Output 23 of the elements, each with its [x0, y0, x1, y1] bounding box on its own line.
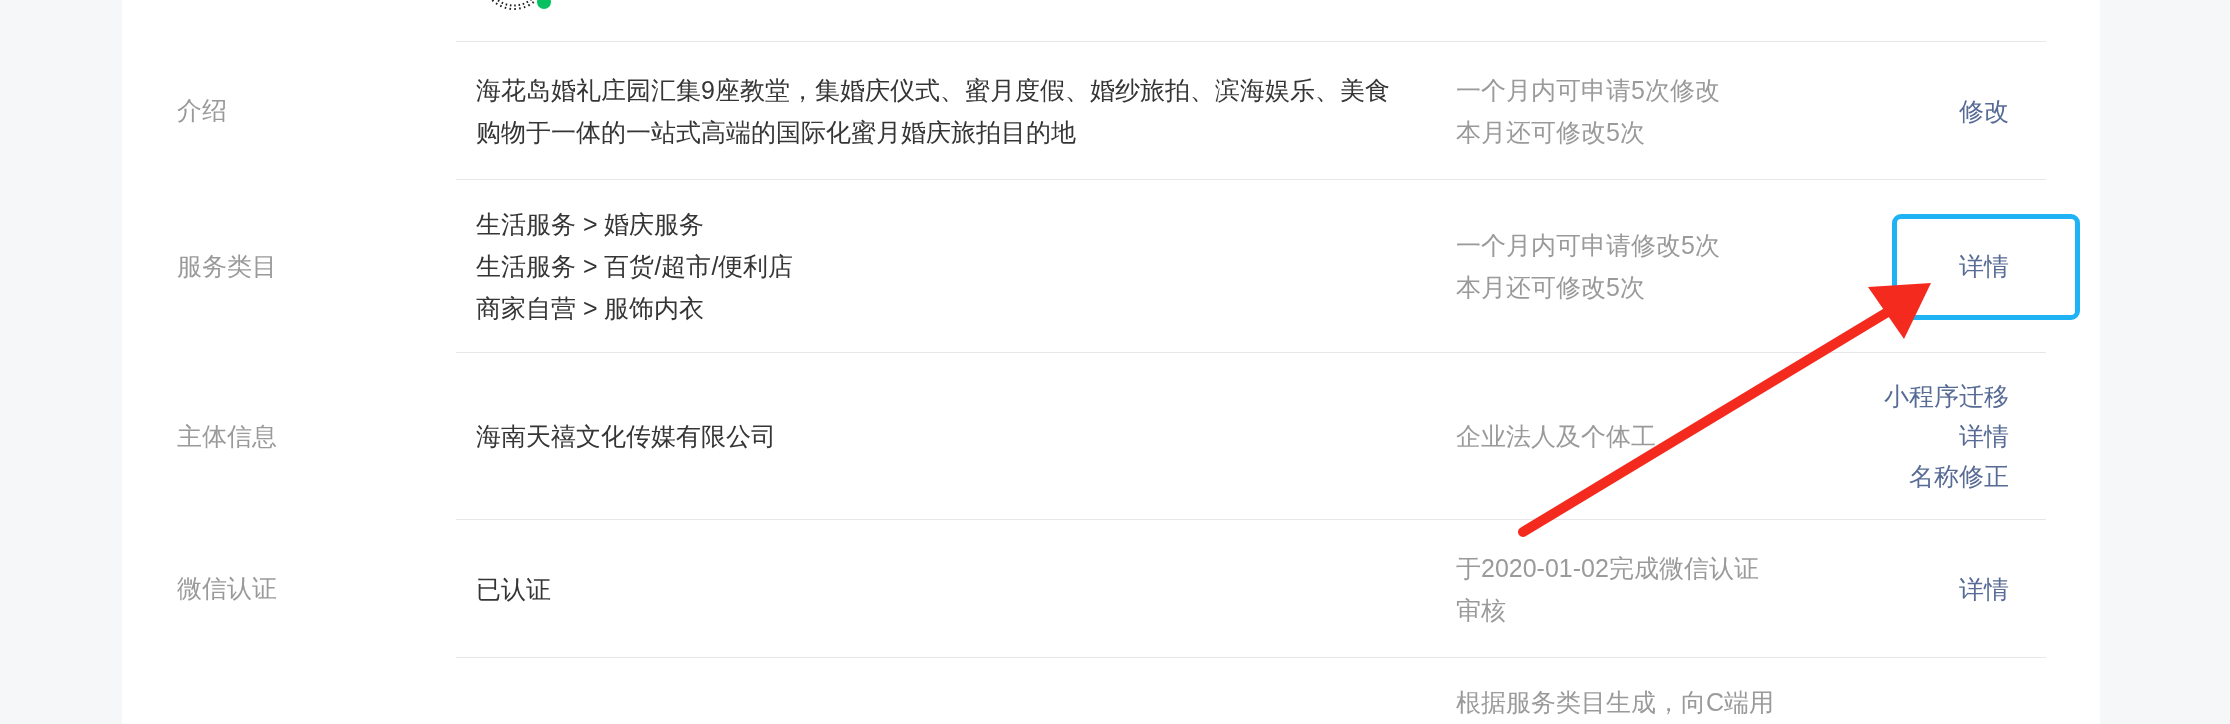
row-label: 主体信息: [177, 420, 277, 452]
action-link[interactable]: 修改: [1959, 90, 2009, 131]
row-value: 海南天禧文化传媒有限公司: [476, 421, 777, 452]
row-note: 本月还可修改5次: [1456, 272, 1646, 303]
row-label: 微信认证: [177, 573, 277, 604]
row-value: 海花岛婚礼庄园汇集9座教堂，集婚庆仪式、蜜月度假、婚纱旅拍、滨海娱乐、美食购物于一体的一站式高端的国际化蜜月婚庆旅拍目的地: [476, 74, 1391, 148]
row-value: 商家自营 > 服饰内衣: [476, 293, 706, 324]
row-label: 介绍: [177, 95, 227, 126]
row-value: 生活服务 > 百货/超市/便利店: [476, 251, 795, 282]
action-link[interactable]: 详情: [1959, 568, 2009, 609]
row-note: 于2020-01-02完成微信认证审核: [1456, 552, 1760, 626]
row-note: 根据服务类目生成，向C端用: [1456, 687, 1776, 718]
row-value: 已认证: [476, 573, 552, 605]
row-note: 本月还可修改5次: [1456, 116, 1646, 148]
action-link[interactable]: 名称修正: [1909, 456, 2009, 496]
row-label: 服务类目: [177, 250, 277, 282]
row-note: 一个月内可申请修改5次: [1456, 230, 1721, 261]
action-link[interactable]: 详情: [1959, 246, 2009, 286]
row-value: 生活服务 > 婚庆服务: [476, 209, 706, 240]
action-link[interactable]: 小程序迁移: [1884, 376, 2009, 416]
row-note: 一个月内可申请5次修改: [1456, 74, 1721, 106]
action-link[interactable]: 详情: [1959, 416, 2009, 456]
row-note: 企业法人及个体工: [1456, 421, 1657, 452]
